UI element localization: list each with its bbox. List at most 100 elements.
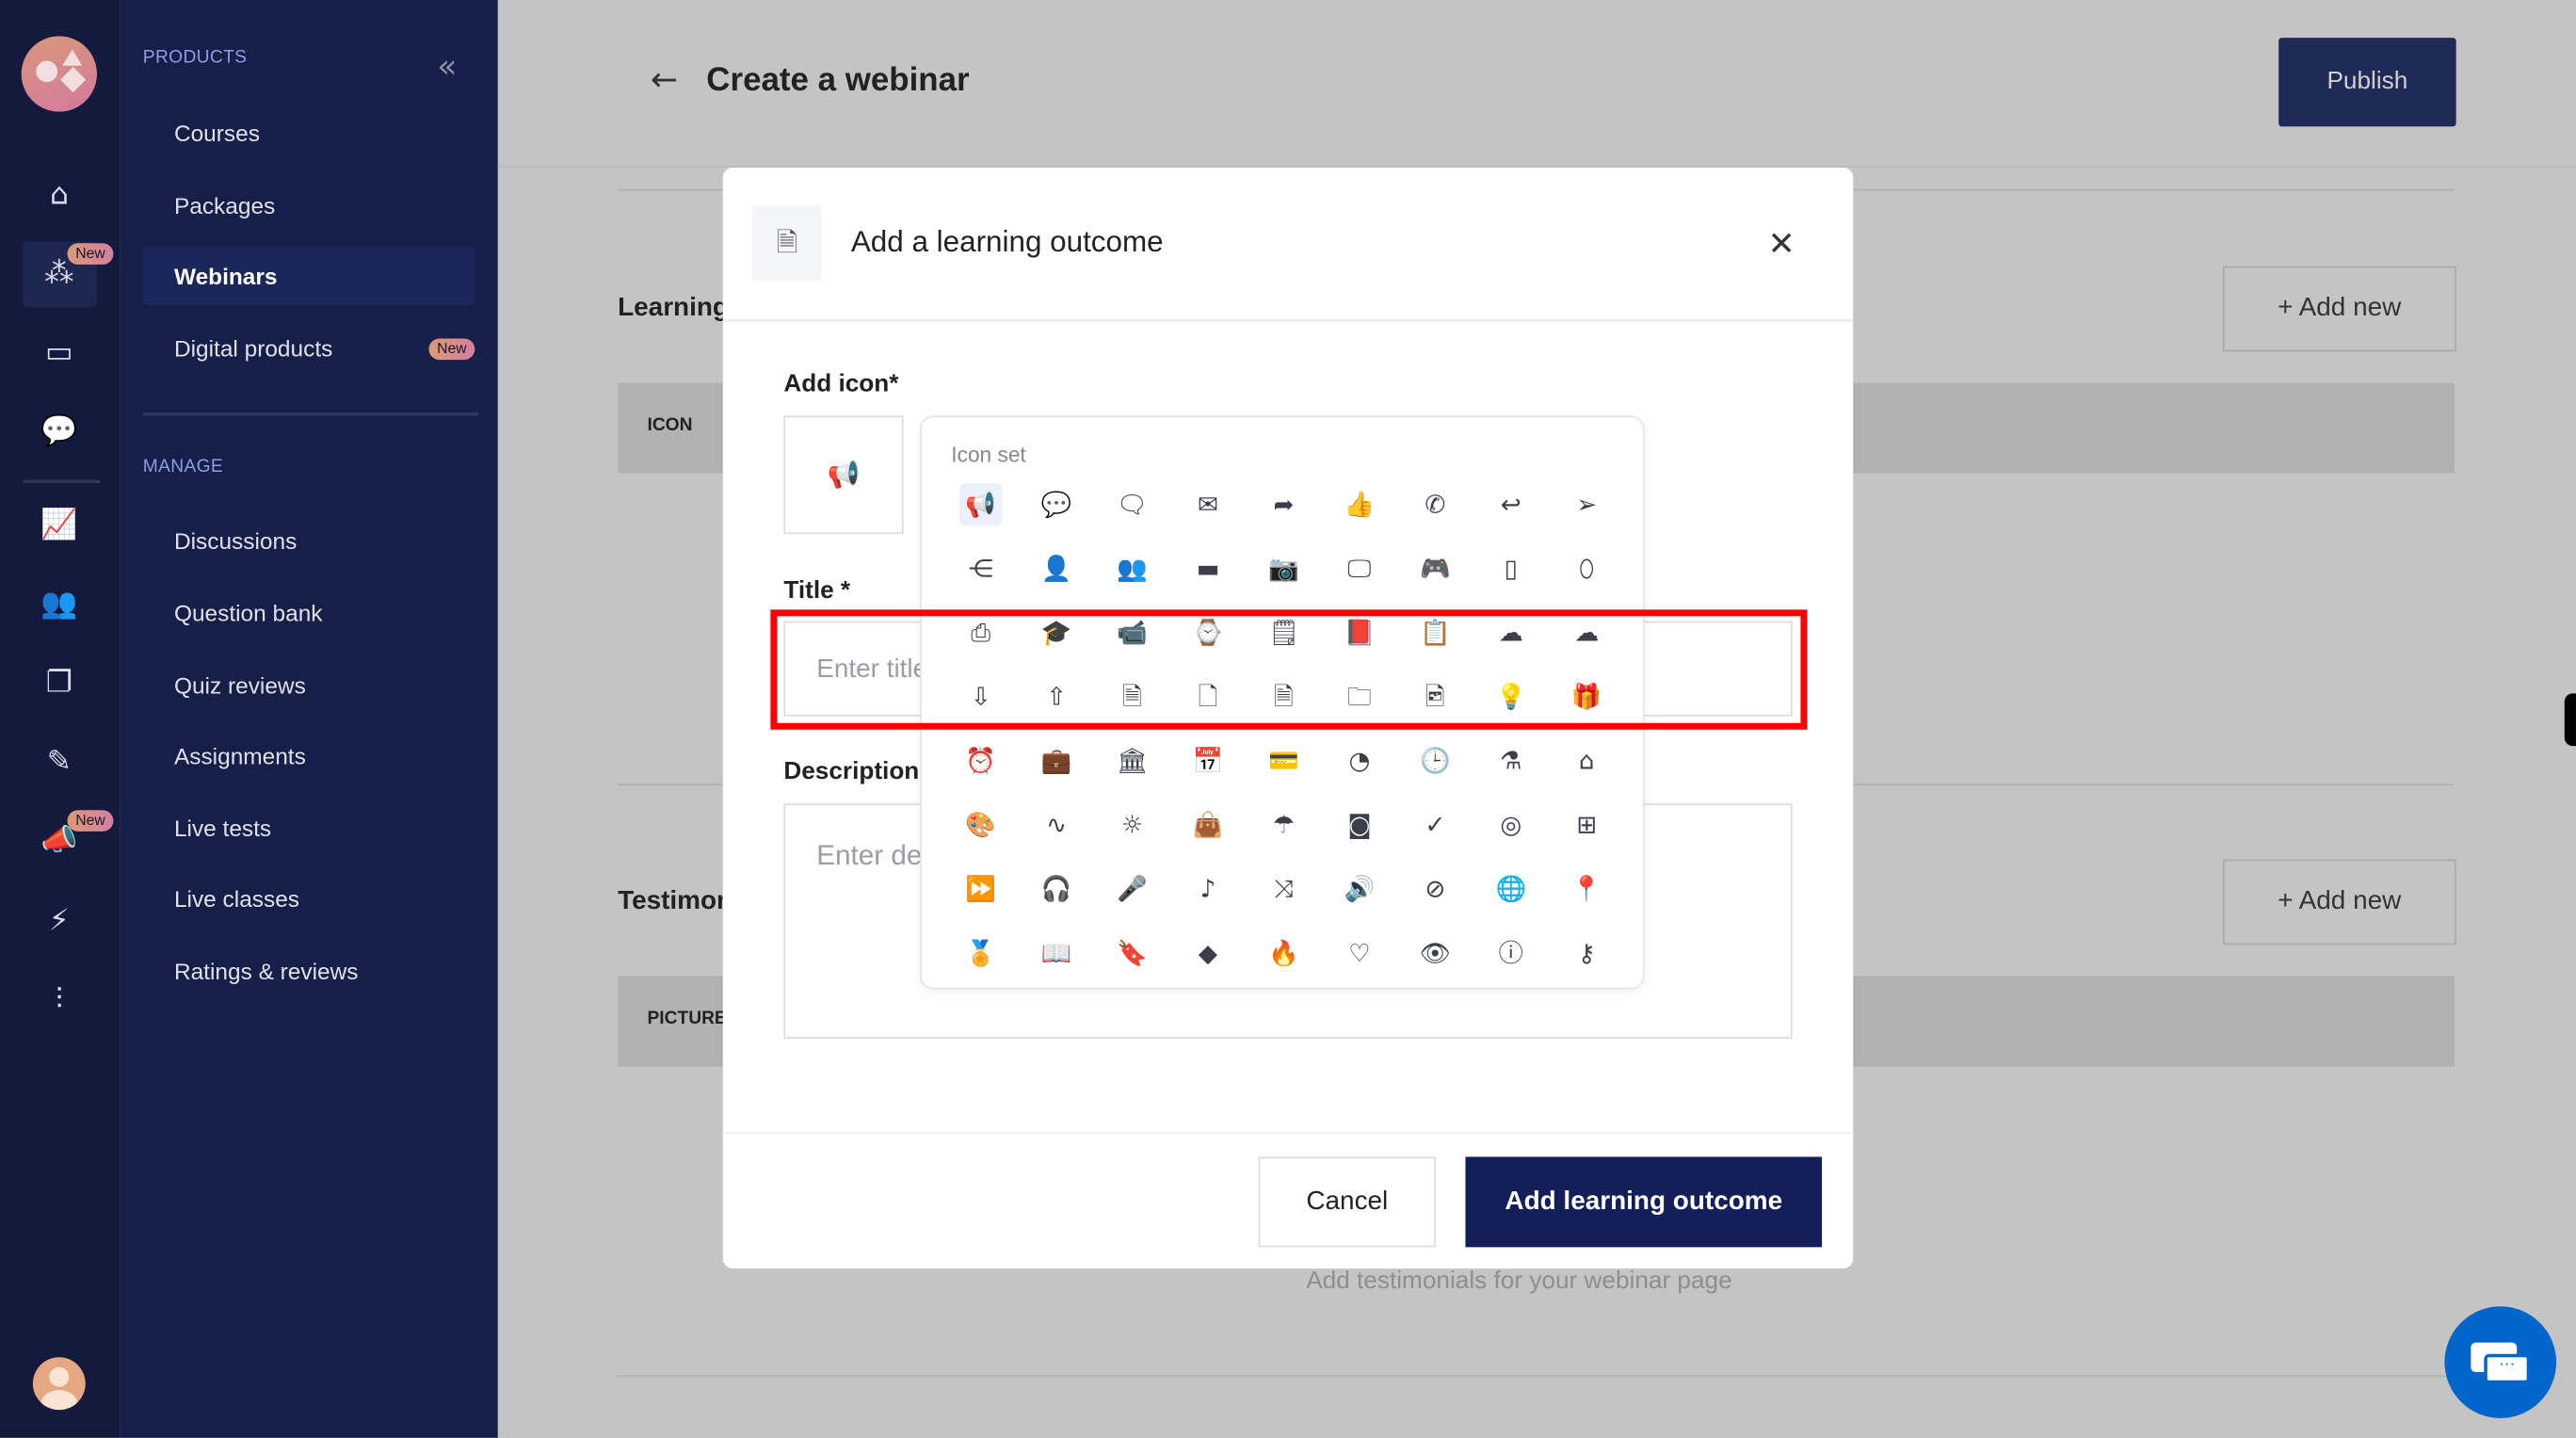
sidebar-item-live-tests[interactable]: Live tests: [143, 799, 475, 858]
book-open-icon[interactable]: 📖: [1035, 931, 1077, 974]
add-learning-outcome-submit[interactable]: Add learning outcome: [1465, 1156, 1823, 1248]
headphones-icon[interactable]: 🎧: [1035, 867, 1077, 910]
collapse-icon[interactable]: «: [437, 46, 457, 86]
sidebar-item-label: Live tests: [173, 815, 272, 842]
speech-bubble-icon[interactable]: 🗨: [1111, 483, 1153, 525]
home-icon[interactable]: ⌂: [1566, 739, 1608, 782]
speaker-icon[interactable]: 🔊: [1338, 867, 1380, 910]
sidebar-item-courses[interactable]: Courses: [143, 104, 475, 163]
share-forward-icon[interactable]: ➦: [1263, 483, 1305, 525]
divider: [618, 1375, 2455, 1378]
sidebar-item-question-bank[interactable]: Question bank: [143, 583, 475, 642]
briefcase-icon[interactable]: 💼: [1035, 739, 1077, 782]
sidebar-item-discussions[interactable]: Discussions: [143, 511, 475, 571]
award-icon[interactable]: 🏅: [959, 931, 1002, 974]
tools-icon[interactable]: ✎: [36, 739, 82, 785]
publish-button[interactable]: Publish: [2278, 38, 2456, 127]
sidebar-item-label: Question bank: [173, 599, 323, 626]
globe-icon[interactable]: 🌐: [1489, 867, 1532, 910]
plus-icon: +: [2278, 887, 2299, 915]
highlight-box: [770, 609, 1808, 730]
sidebar-item-label: Live classes: [173, 885, 300, 913]
monitor-icon[interactable]: 🖵: [1338, 547, 1380, 590]
fast-forward-icon[interactable]: ⏩: [959, 867, 1002, 910]
camera-icon[interactable]: 📷: [1263, 547, 1305, 590]
add-testimonial-button[interactable]: + Add new: [2222, 859, 2456, 945]
back-arrow-icon[interactable]: ←: [651, 59, 678, 99]
check-icon[interactable]: ✓: [1414, 803, 1457, 846]
umbrella-icon[interactable]: ☂: [1263, 803, 1305, 846]
palette-icon[interactable]: 🎨: [959, 803, 1002, 846]
ticket-icon[interactable]: ▭: [36, 331, 82, 377]
key-icon[interactable]: ⚷: [1566, 931, 1608, 974]
sidebar-item-packages[interactable]: Packages: [143, 176, 475, 235]
send-icon[interactable]: ➢: [1566, 483, 1608, 525]
user-avatar[interactable]: [32, 1357, 86, 1411]
mouse-icon[interactable]: ⬯: [1566, 547, 1608, 590]
cancel-button[interactable]: Cancel: [1258, 1156, 1437, 1248]
sidebar-item-ratings-reviews[interactable]: Ratings & reviews: [143, 942, 475, 1001]
broadcast-icon[interactable]: ◎: [1489, 803, 1532, 846]
chat-dots-icon[interactable]: 💬: [1035, 483, 1077, 525]
flask-icon[interactable]: ⚗: [1489, 739, 1532, 782]
title-label: Title *: [783, 576, 851, 606]
user-icon[interactable]: 👤: [1035, 547, 1077, 590]
sidebar-item-webinars[interactable]: Webinars: [142, 246, 475, 306]
new-badge: New: [67, 243, 114, 265]
sidebar-item-label: Assignments: [173, 742, 306, 769]
icon-preview[interactable]: 📢: [783, 415, 904, 535]
pulse-icon[interactable]: ∿: [1035, 803, 1077, 846]
calendar-icon[interactable]: 📅: [1186, 739, 1229, 782]
heart-icon[interactable]: ♡: [1338, 931, 1380, 974]
music-note-icon[interactable]: ♪: [1186, 867, 1229, 910]
side-tab[interactable]: [2564, 693, 2576, 747]
pie-chart-icon[interactable]: ◔: [1338, 739, 1380, 782]
battery-icon[interactable]: ▬: [1186, 547, 1229, 590]
sidebar-item-live-classes[interactable]: Live classes: [143, 869, 475, 929]
megaphone-icon[interactable]: 📢: [959, 483, 1003, 526]
modal-title: Add a learning outcome: [850, 225, 1164, 258]
sidebar-item-quiz-reviews[interactable]: Quiz reviews: [143, 655, 475, 715]
new-badge: New: [428, 338, 475, 361]
clock-icon[interactable]: 🕒: [1414, 739, 1457, 782]
phone-icon[interactable]: ✆: [1414, 483, 1457, 525]
thumbs-up-icon[interactable]: 👍: [1338, 483, 1380, 525]
eye-icon[interactable]: 👁: [1414, 931, 1457, 974]
flame-icon[interactable]: 🔥: [1263, 931, 1305, 974]
chat-icon[interactable]: 💬: [36, 409, 82, 455]
home-icon[interactable]: ⌂: [36, 172, 82, 218]
compass-icon[interactable]: ⊘: [1414, 867, 1457, 910]
bank-icon[interactable]: 🏛: [1111, 739, 1153, 782]
user-add-icon[interactable]: 👥: [1111, 547, 1153, 590]
bookmark-icon[interactable]: 🔖: [1111, 931, 1153, 974]
analytics-icon[interactable]: 📈: [36, 503, 82, 549]
credit-card-icon[interactable]: 💳: [1263, 739, 1305, 782]
reply-icon[interactable]: ↩: [1489, 483, 1532, 525]
info-icon[interactable]: ⓘ: [1489, 931, 1532, 974]
bolt-icon[interactable]: ⚡: [36, 898, 82, 945]
diamond-icon[interactable]: ◆: [1186, 931, 1229, 974]
modal-footer-divider: [722, 1132, 1854, 1134]
shuffle-icon[interactable]: ⤨: [1263, 867, 1305, 910]
alarm-clock-icon[interactable]: ⏰: [959, 739, 1002, 782]
map-pin-icon[interactable]: 📍: [1566, 867, 1608, 910]
chat-support-button[interactable]: ···: [2444, 1306, 2557, 1418]
add-learning-outcome-button[interactable]: + Add new: [2222, 266, 2456, 352]
users-icon[interactable]: 👥: [36, 582, 82, 628]
envelope-icon[interactable]: ✉: [1186, 483, 1229, 525]
sun-icon[interactable]: ☼: [1111, 803, 1153, 846]
microphone-icon[interactable]: 🎤: [1111, 867, 1153, 910]
gamepad-icon[interactable]: 🎮: [1414, 547, 1457, 590]
wallet-icon[interactable]: ◙: [1338, 803, 1380, 846]
grid-icon[interactable]: ⊞: [1566, 803, 1608, 846]
share-nodes-icon[interactable]: ⋲: [959, 547, 1002, 590]
sidebar-item-assignments[interactable]: Assignments: [143, 726, 475, 785]
new-badge: New: [67, 810, 114, 832]
sliders-icon[interactable]: ⫶: [36, 978, 82, 1024]
close-icon[interactable]: ✕: [1768, 223, 1795, 263]
document-icon: 🗎: [752, 205, 822, 282]
copy-icon[interactable]: ❐: [36, 660, 82, 706]
shopping-bag-icon[interactable]: 👜: [1186, 803, 1229, 846]
smartphone-icon[interactable]: ▯: [1489, 547, 1532, 590]
sidebar-item-digital-products[interactable]: Digital products New: [143, 319, 475, 379]
